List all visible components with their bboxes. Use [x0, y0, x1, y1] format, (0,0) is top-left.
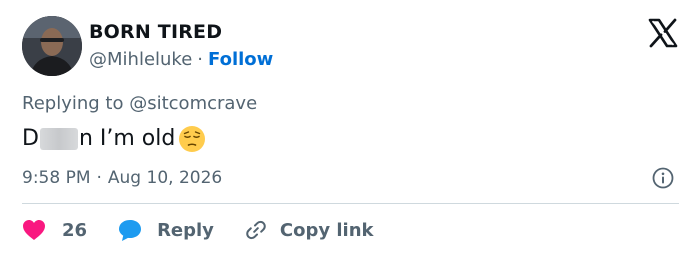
timestamp-time: 9:58 PM [22, 168, 91, 188]
reply-button[interactable]: Reply [117, 218, 214, 242]
reply-context: Replying to @sitcomcrave [22, 92, 257, 116]
divider [22, 203, 679, 204]
reply-label: Reply [157, 219, 214, 241]
action-bar: 26 Reply Copy link [22, 214, 374, 246]
author-handle[interactable]: @Mihleluke [89, 49, 192, 70]
avatar-photo-icon [22, 16, 82, 76]
reply-context-prefix: Replying to [22, 93, 124, 114]
link-icon [246, 220, 266, 240]
like-button[interactable]: 26 [22, 219, 87, 241]
separator-dot: · [96, 168, 102, 188]
copy-link-label: Copy link [279, 219, 374, 241]
tweet-card: BORN TIRED @Mihleluke · Follow Replying to… [0, 0, 700, 256]
pensive-face-emoji-icon [177, 124, 207, 154]
separator-dot: · [197, 49, 204, 70]
censor-blur [39, 128, 78, 150]
tweet-text-end: n I’m old [78, 126, 176, 151]
avatar[interactable] [22, 16, 82, 76]
x-logo-icon[interactable] [648, 18, 678, 48]
display-name[interactable]: BORN TIRED [89, 20, 222, 44]
timestamp-date: Aug 10, 2026 [107, 168, 223, 188]
heart-icon [23, 220, 45, 240]
timestamp[interactable]: 9:58 PM · Aug 10, 2026 [22, 166, 222, 190]
like-count: 26 [62, 219, 88, 241]
tweet-text: Dn I’m old [22, 124, 207, 154]
reply-context-handle[interactable]: @sitcomcrave [129, 93, 257, 114]
author-handle-row: @Mihleluke · Follow [89, 48, 273, 72]
follow-button[interactable]: Follow [208, 49, 273, 70]
reply-bubble-icon [119, 220, 142, 241]
tweet-text-start: D [22, 126, 39, 151]
info-icon[interactable] [651, 166, 675, 190]
copy-link-button[interactable]: Copy link [244, 218, 374, 242]
